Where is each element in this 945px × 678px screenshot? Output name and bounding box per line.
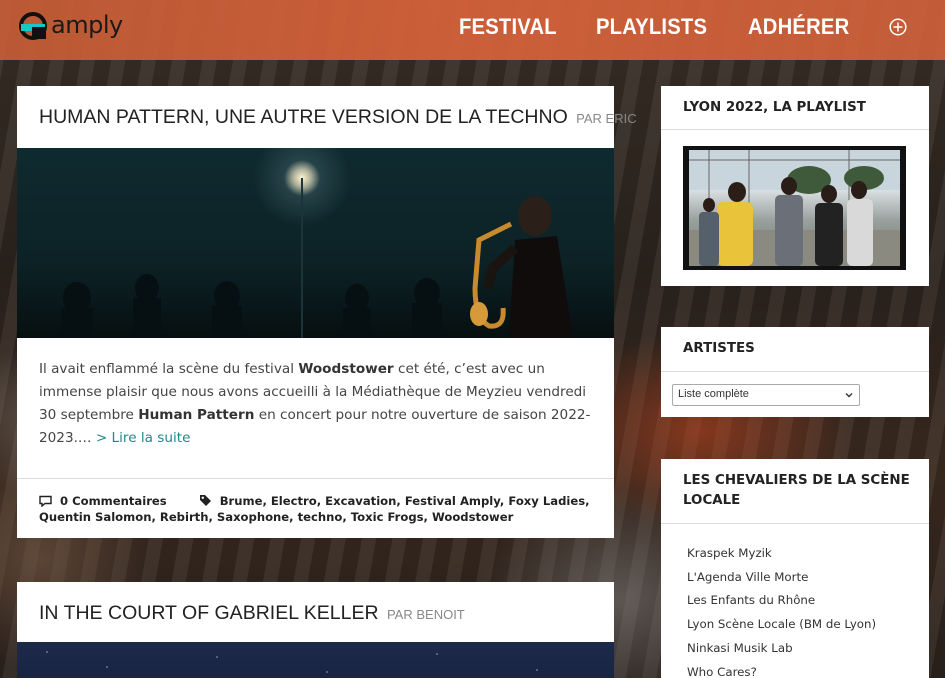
link-lyon-scene-locale[interactable]: Lyon Scène Locale (BM de Lyon) [687, 613, 876, 637]
local-scene-widget: LES CHEVALIERS DE LA SCÈNE LOCALE Kraspe… [661, 459, 929, 678]
comment-icon [39, 495, 52, 507]
main-nav: FESTIVAL PLAYLISTS ADHÉRER [459, 0, 945, 54]
widget-title: LES CHEVALIERS DE LA SCÈNE LOCALE [683, 471, 910, 511]
divider [661, 129, 929, 130]
post-meta: 0 Commentaires Brume, Electro, Excavatio… [39, 493, 599, 525]
artists-widget: ARTISTES Liste complète [661, 327, 929, 417]
divider [17, 478, 614, 479]
widget-title-line: LES CHEVALIERS DE LA SCÈNE [683, 473, 910, 488]
link-list: Kraspek Myzik L'Agenda Ville Morte Les E… [687, 542, 876, 678]
chevron-down-icon [845, 393, 853, 398]
post-title-text[interactable]: HUMAN PATTERN, UNE AUTRE VERSION DE LA T… [39, 106, 568, 128]
widget-title-line: LOCALE [683, 493, 741, 508]
post-card: HUMAN PATTERN, UNE AUTRE VERSION DE LA T… [17, 86, 637, 538]
nav-festival[interactable]: FESTIVAL [459, 14, 557, 40]
link-ninkasi-musik-lab[interactable]: Ninkasi Musik Lab [687, 637, 876, 661]
video-still [689, 150, 900, 266]
nav-adherer[interactable]: ADHÉRER [748, 14, 849, 40]
logo-text: amply [51, 11, 123, 39]
link-enfants-du-rhone[interactable]: Les Enfants du Rhône [687, 589, 876, 613]
post-featured-image[interactable] [17, 148, 614, 338]
link-agenda-ville-morte[interactable]: L'Agenda Ville Morte [687, 566, 876, 590]
playlist-video-thumbnail[interactable] [683, 146, 906, 270]
playlist-widget: LYON 2022, LA PLAYLIST [661, 86, 929, 286]
divider [661, 523, 929, 524]
post-card: IN THE COURT OF GABRIEL KELLER PAR BENOI… [17, 582, 614, 678]
excerpt-part: Il avait enflammé la scène du festival [39, 361, 299, 377]
widget-title: LYON 2022, LA PLAYLIST [683, 100, 866, 115]
post-featured-image[interactable] [17, 642, 614, 678]
divider [661, 371, 929, 372]
link-kraspek-myzik[interactable]: Kraspek Myzik [687, 542, 876, 566]
excerpt-bold: Woodstower [298, 361, 394, 377]
plus-circle-icon[interactable] [889, 18, 907, 36]
select-value: Liste complète [678, 388, 749, 400]
concert-photo [61, 178, 573, 338]
link-who-cares[interactable]: Who Cares? [687, 661, 876, 678]
post-author[interactable]: PAR BENOIT [387, 607, 465, 622]
nav-playlists[interactable]: PLAYLISTS [596, 14, 707, 40]
post-title-text[interactable]: IN THE COURT OF GABRIEL KELLER [39, 602, 379, 624]
excerpt-bold: Human Pattern [138, 407, 255, 423]
post-author[interactable]: PAR ERIC [576, 111, 636, 126]
site-header: amply FESTIVAL PLAYLISTS ADHÉRER [0, 0, 945, 60]
amply-logo[interactable]: amply [18, 10, 123, 42]
widget-title: ARTISTES [683, 341, 755, 356]
artists-select[interactable]: Liste complète [672, 384, 860, 406]
tag-icon [199, 495, 211, 506]
comments-link[interactable]: 0 Commentaires [60, 494, 167, 508]
post-title[interactable]: HUMAN PATTERN, UNE AUTRE VERSION DE LA T… [39, 106, 637, 129]
logo-mark-icon [19, 12, 47, 40]
post-title[interactable]: IN THE COURT OF GABRIEL KELLER PAR BENOI… [39, 602, 465, 625]
read-more-link[interactable]: > Lire la suite [96, 430, 191, 446]
post-excerpt: Il avait enflammé la scène du festival W… [39, 358, 594, 450]
